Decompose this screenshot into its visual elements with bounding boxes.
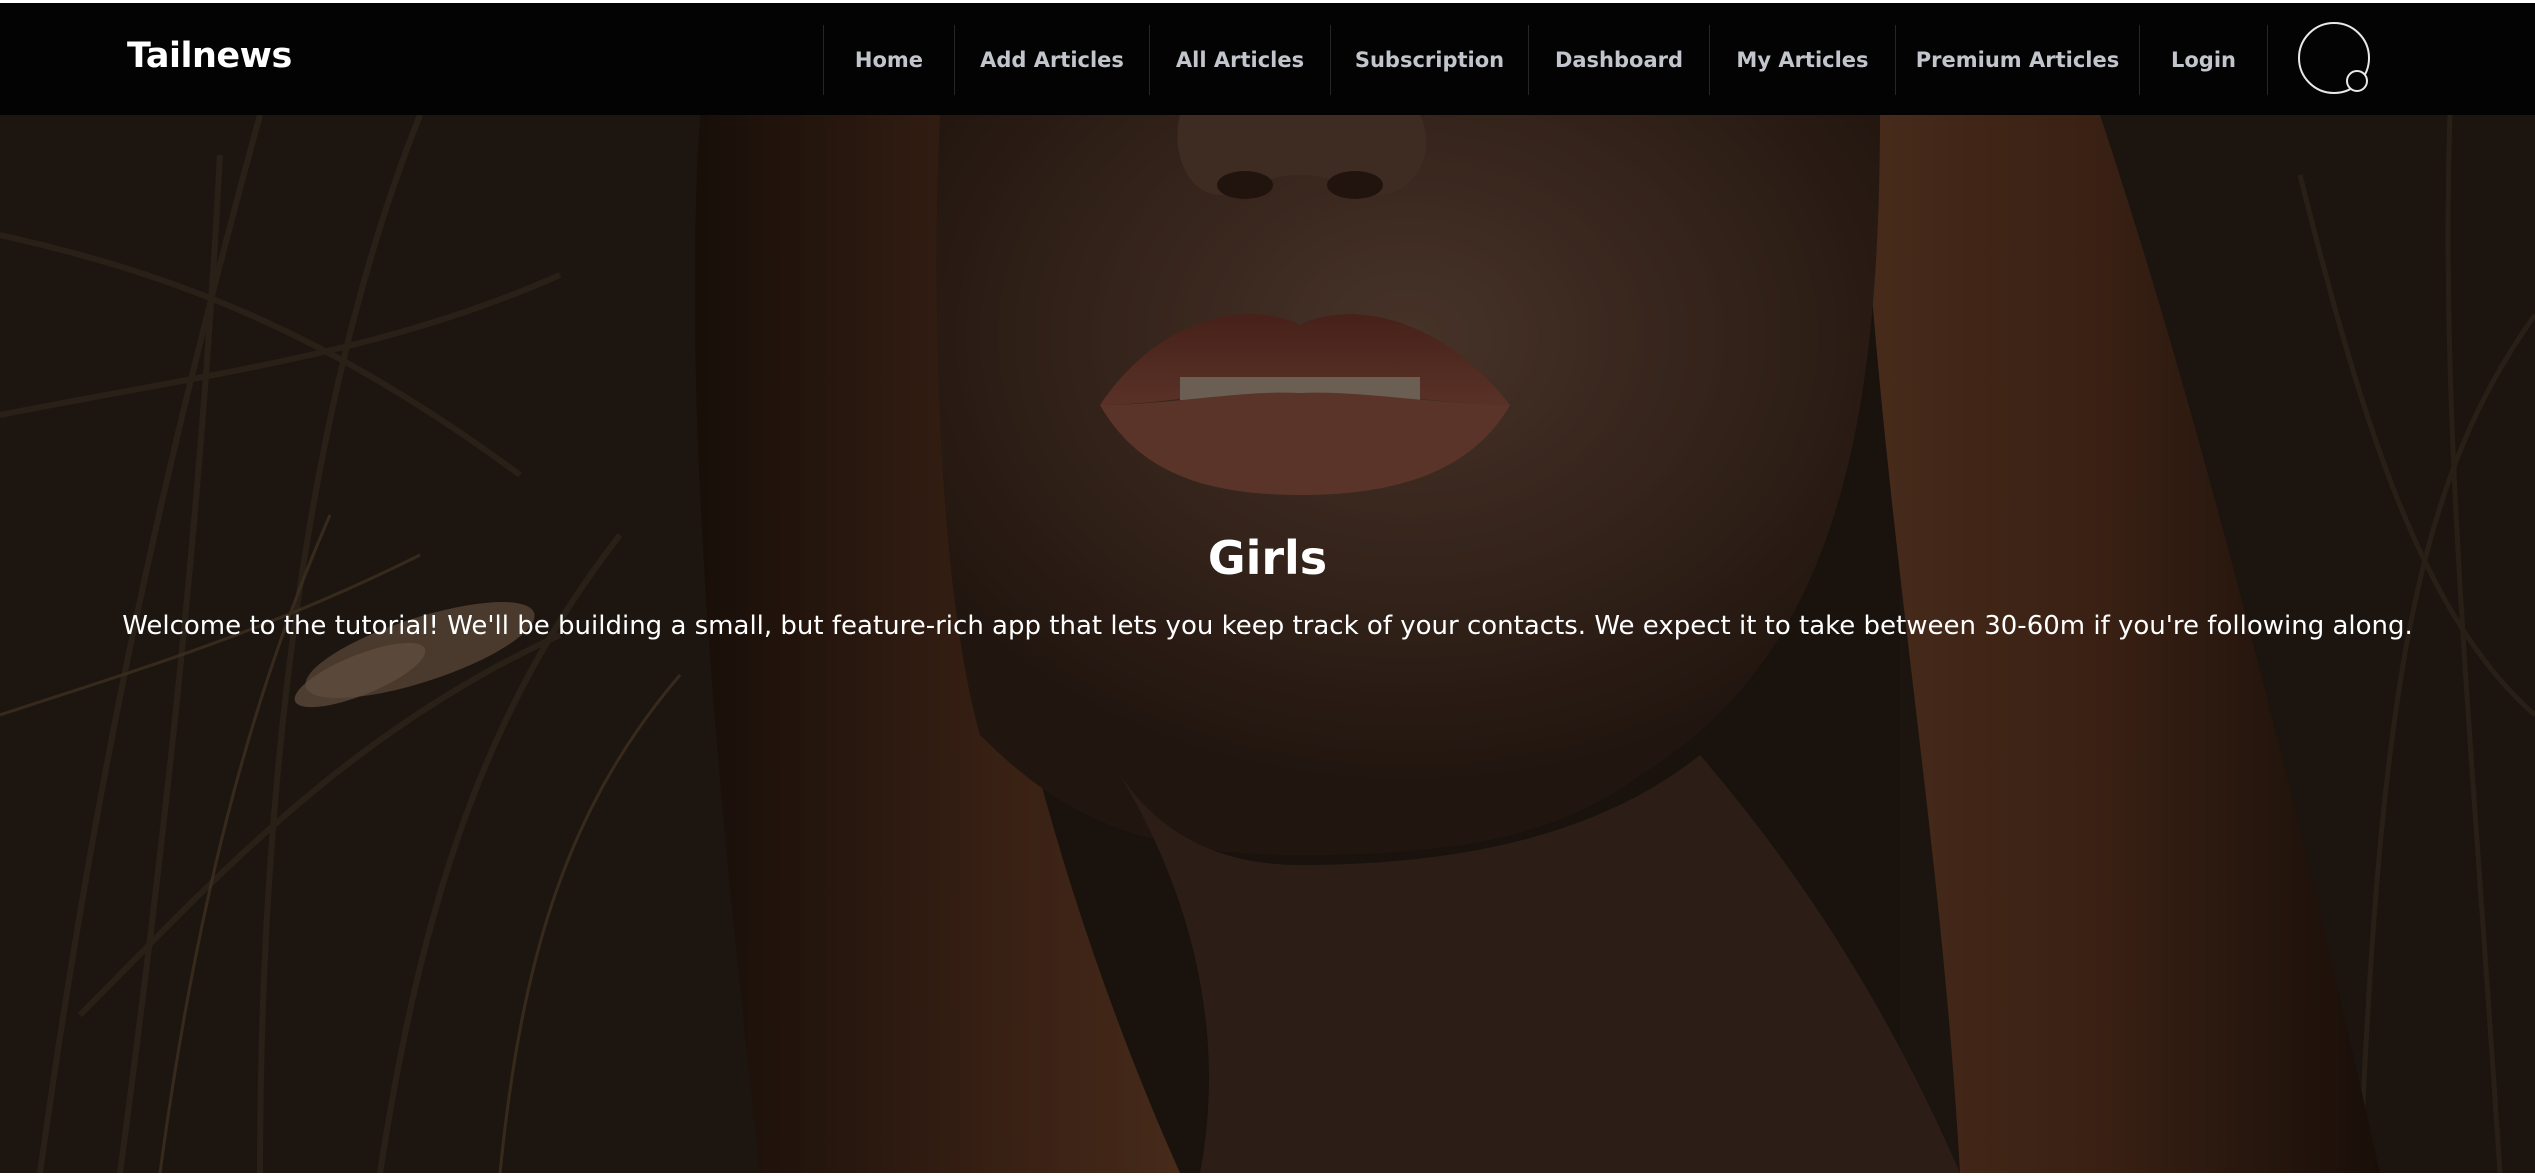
nav-item-subscription[interactable]: Subscription — [1330, 25, 1528, 95]
nav-item-label: Subscription — [1354, 48, 1505, 72]
nav-item-all-articles[interactable]: All Articles — [1149, 25, 1330, 95]
page: Tailnews Home Add Articles All Articles … — [0, 0, 2535, 1176]
avatar-status-icon[interactable] — [2346, 70, 2368, 92]
nav-item-home[interactable]: Home — [823, 25, 954, 95]
nav-menu: Home Add Articles All Articles Subscript… — [823, 25, 2268, 95]
hero-description: Welcome to the tutorial! We'll be buildi… — [122, 611, 2413, 641]
nav-item-label: All Articles — [1175, 48, 1305, 72]
nav-item-label: Login — [2171, 48, 2236, 72]
nav-item-label: Home — [854, 48, 924, 72]
nav-item-login[interactable]: Login — [2139, 25, 2268, 95]
nav-item-add-articles[interactable]: Add Articles — [954, 25, 1149, 95]
nav-item-premium-articles[interactable]: Premium Articles — [1895, 25, 2139, 95]
nav-item-dashboard[interactable]: Dashboard — [1528, 25, 1709, 95]
nav-item-my-articles[interactable]: My Articles — [1709, 25, 1895, 95]
nav-item-label: Add Articles — [980, 48, 1124, 72]
nav-item-label: Dashboard — [1554, 48, 1684, 72]
navbar: Tailnews Home Add Articles All Articles … — [0, 3, 2535, 115]
hero-title: Girls — [1207, 531, 1328, 585]
nav-item-label: Premium Articles — [1915, 48, 2120, 72]
brand-logo[interactable]: Tailnews — [127, 39, 292, 74]
nav-item-label: My Articles — [1736, 48, 1869, 72]
hero-banner: Girls Welcome to the tutorial! We'll be … — [0, 115, 2535, 1173]
hero-background-image — [0, 115, 2535, 1173]
